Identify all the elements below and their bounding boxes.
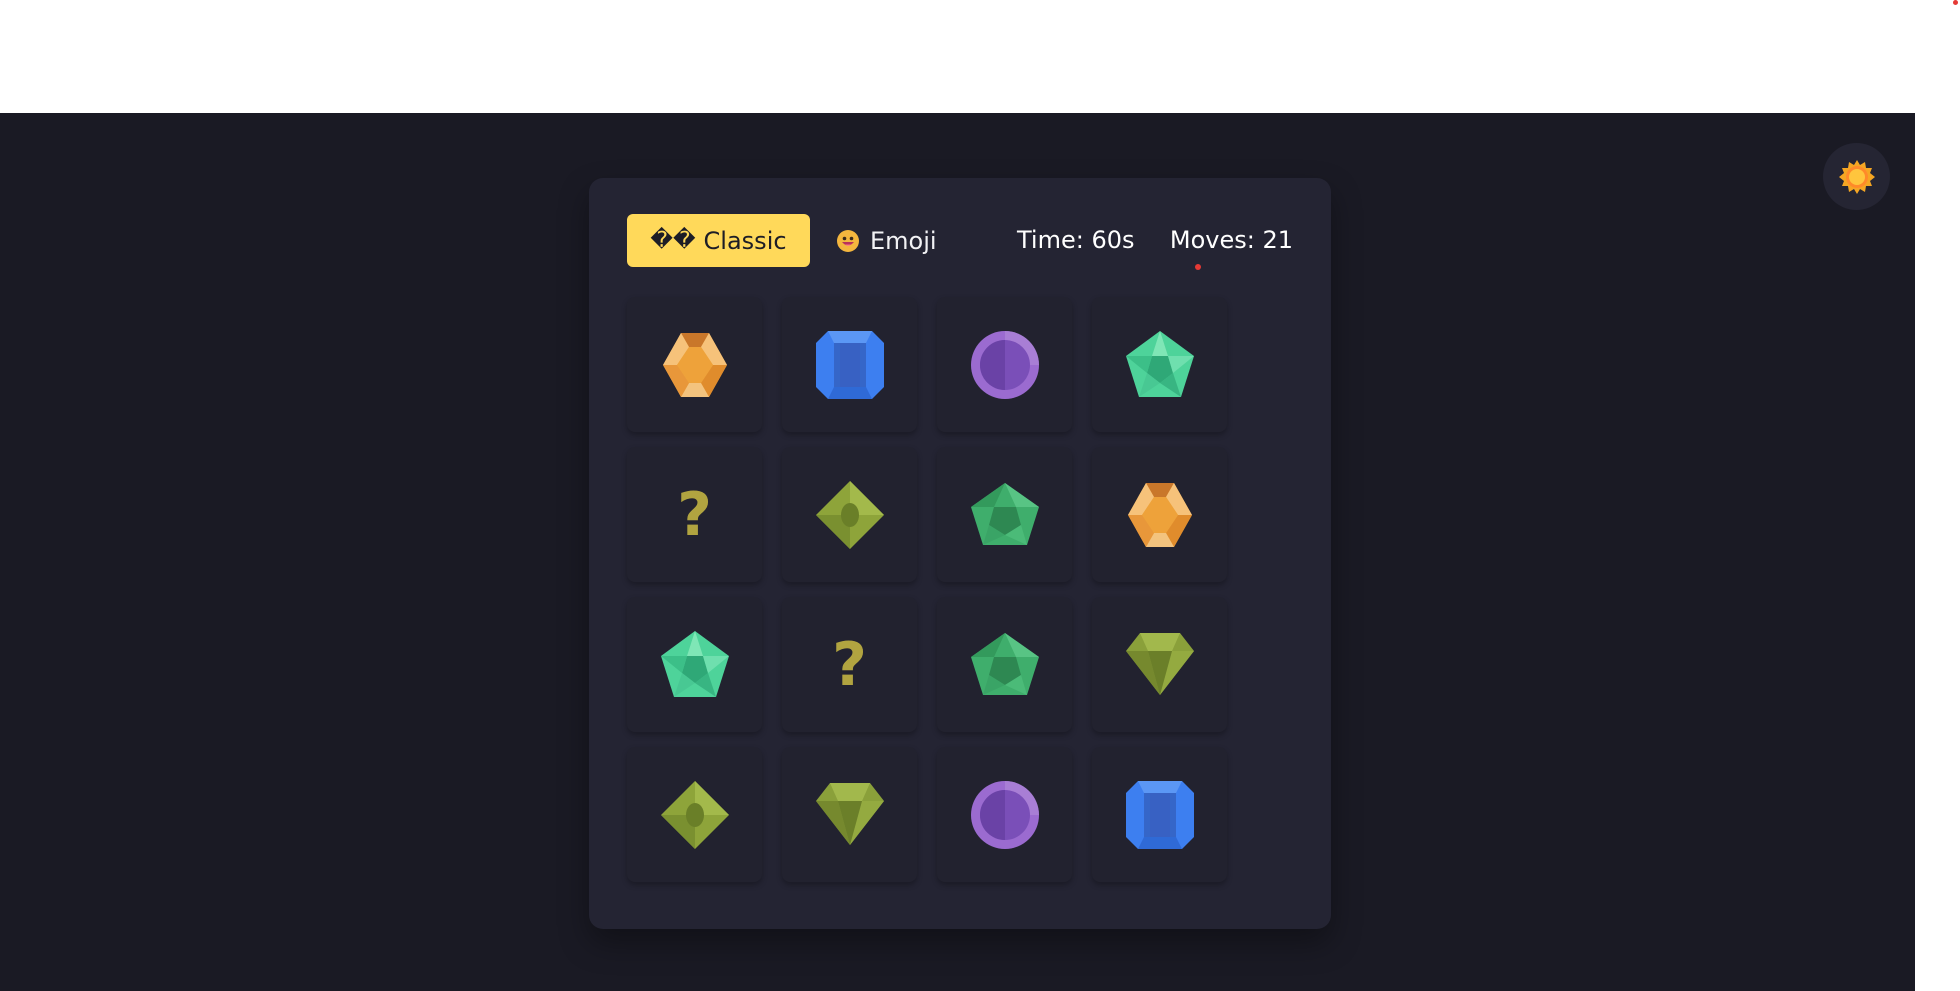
timer: Time: 60s [1017,226,1135,254]
card-revealed[interactable] [937,297,1072,432]
card-revealed[interactable] [1092,747,1227,882]
circle-purple-gem-icon [969,329,1041,401]
card-revealed[interactable] [782,747,917,882]
card-revealed[interactable] [627,747,762,882]
game-panel: �� Classic Emoji Time: 60s Moves: 21 ? ? [589,178,1331,929]
emoji-mode-label: Emoji [870,226,937,255]
card-revealed[interactable] [1092,597,1227,732]
rhombus-olive-gem-icon [659,779,731,851]
smiley-icon [837,229,859,252]
diamond-olive-gem-icon [1124,629,1196,701]
card-revealed[interactable] [1092,297,1227,432]
theme-toggle-button[interactable] [1823,143,1890,210]
hexagon-orange-gem-icon [1124,479,1196,551]
question-mark: ? [677,479,712,550]
rhombus-olive-gem-icon [814,479,886,551]
card-revealed[interactable] [627,597,762,732]
pentagon-green-gem-icon [969,479,1041,551]
notification-dot [1953,0,1958,5]
card-hidden[interactable]: ? [627,447,762,582]
card-revealed[interactable] [1092,447,1227,582]
diamond-olive-gem-icon [814,779,886,851]
classic-mode-button[interactable]: �� Classic [627,214,810,267]
pentagon-teal-gem-icon [659,629,731,701]
pentagon-green-gem-icon [969,629,1041,701]
card-revealed[interactable] [937,747,1072,882]
card-revealed[interactable] [782,297,917,432]
octagon-blue-gem-icon [814,329,886,401]
pentagon-teal-gem-icon [1124,329,1196,401]
card-revealed[interactable] [937,597,1072,732]
circle-purple-gem-icon [969,779,1041,851]
question-mark: ? [832,629,867,700]
browser-blank-area [0,0,1960,113]
hexagon-orange-gem-icon [659,329,731,401]
octagon-blue-gem-icon [1124,779,1196,851]
move-counter: Moves: 21 [1169,226,1293,254]
game-header: �� Classic Emoji Time: 60s Moves: 21 [627,214,1293,270]
card-revealed[interactable] [937,447,1072,582]
classic-mode-icon: �� [650,228,696,253]
emoji-mode-button[interactable]: Emoji [830,214,942,267]
card-revealed[interactable] [782,447,917,582]
sun-icon [1838,159,1875,194]
card-hidden[interactable]: ? [782,597,917,732]
classic-mode-label: Classic [703,226,787,255]
card-revealed[interactable] [627,297,762,432]
